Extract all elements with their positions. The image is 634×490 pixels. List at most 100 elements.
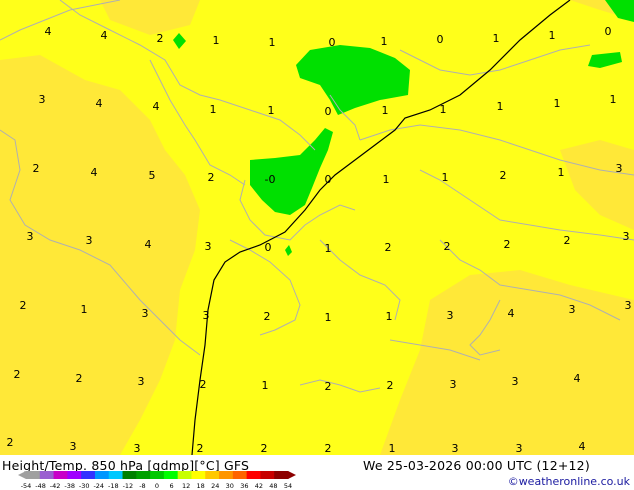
map-value-label: 2 — [264, 310, 271, 323]
map-value-label: 4 — [45, 25, 52, 38]
credit-link[interactable]: ©weatheronline.co.uk — [508, 475, 630, 488]
scale-bin — [81, 471, 96, 479]
map-value-label: 1 — [325, 242, 332, 255]
scale-bin — [136, 471, 151, 479]
map-value-label: 2 — [200, 378, 207, 391]
scale-bin — [53, 471, 68, 479]
scale-tick-label: -12 — [123, 482, 134, 489]
scale-tick-label: 36 — [240, 482, 248, 489]
map-value-label: 0 — [325, 105, 332, 118]
map-value-label: 1 — [81, 303, 88, 316]
scale-tick-label: 48 — [269, 482, 277, 489]
map-value-label: 1 — [389, 442, 396, 455]
map-value-label: 2 — [20, 299, 27, 312]
map-value-label: 0 — [605, 25, 612, 38]
map-value-label: 3 — [39, 93, 46, 106]
map-value-label: 2 — [261, 442, 268, 455]
map-value-label: 2 — [208, 171, 215, 184]
map-value-label: 3 — [447, 309, 454, 322]
map-value-label: 2 — [387, 379, 394, 392]
scale-tick-label: -42 — [50, 482, 61, 489]
temperature-map: 4 4 2 1 1 0 1 0 1 1 0 3 4 4 1 1 0 1 1 1 1 1 2 4 5 2 -0 0 1 1 2 1 3 3 3 4 3 0 1… — [0, 0, 634, 455]
scale-bin — [232, 471, 248, 479]
scale-tick-label: -38 — [64, 482, 75, 489]
scale-bin — [39, 471, 55, 479]
scale-tick-label: 0 — [155, 482, 159, 489]
map-value-label: 0 — [329, 36, 336, 49]
map-value-label: 1 — [558, 166, 565, 179]
map-value-label: 3 — [86, 234, 93, 247]
scale-arrow-left — [18, 471, 26, 479]
map-value-label: 5 — [149, 169, 156, 182]
scale-bins — [18, 471, 296, 479]
scale-bin — [191, 471, 206, 479]
scale-bin — [205, 471, 220, 479]
scale-arrow-right — [288, 471, 296, 479]
map-value-label: 2 — [157, 32, 164, 45]
map-value-label: 3 — [205, 240, 212, 253]
map-value-label: 3 — [616, 162, 623, 175]
map-value-label: 0 — [325, 173, 332, 186]
map-value-label: 4 — [91, 166, 98, 179]
color-scale: -54 -48 -42 -38 -30 -24 -18 -12 -8 0 6 12 18 24 30 36 42… — [18, 471, 296, 489]
map-value-label: 0 — [265, 241, 272, 254]
map-value-label: 3 — [70, 440, 77, 453]
map-value-label: 1 — [269, 36, 276, 49]
map-value-label: 3 — [623, 230, 630, 243]
map-value-label: 1 — [382, 104, 389, 117]
scale-ticks: -54 -48 -42 -38 -30 -24 -18 -12 -8 0 6 12 18 24 30 36 42… — [21, 482, 292, 489]
map-value-label: 1 — [213, 34, 220, 47]
scale-tick-label: -30 — [79, 482, 90, 489]
map-value-label: 2 — [325, 380, 332, 393]
map-value-label: 1 — [381, 35, 388, 48]
map-value-label: 3 — [450, 378, 457, 391]
scale-tick-label: -8 — [139, 482, 145, 489]
map-value-label: 2 — [197, 442, 204, 455]
map-value-label: 1 — [325, 311, 332, 324]
scale-tick-label: 54 — [284, 482, 292, 489]
scale-bin — [94, 471, 110, 479]
map-value-label: 2 — [7, 436, 14, 449]
map-value-label: 4 — [508, 307, 515, 320]
map-value-label: 3 — [138, 375, 145, 388]
map-value-label: 2 — [504, 238, 511, 251]
scale-tick-label: -18 — [108, 482, 119, 489]
valid-time: We 25-03-2026 00:00 UTC (12+12) — [363, 458, 590, 473]
map-value-label: 3 — [27, 230, 34, 243]
map-value-label: 3 — [134, 442, 141, 455]
map-value-label: 4 — [153, 100, 160, 113]
scale-tick-label: 30 — [226, 482, 234, 489]
map-value-label: 1 — [493, 32, 500, 45]
map-value-label: 4 — [101, 29, 108, 42]
map-value-label: 3 — [625, 299, 632, 312]
map-value-label: 1 — [549, 29, 556, 42]
scale-bin — [246, 471, 261, 479]
scale-bin — [26, 471, 41, 479]
scale-bin — [67, 471, 82, 479]
map-value-label: 1 — [610, 93, 617, 106]
map-value-label: 3 — [452, 442, 459, 455]
map-value-label: 3 — [569, 303, 576, 316]
map-value-label: 1 — [440, 103, 447, 116]
map-value-label: 1 — [442, 171, 449, 184]
map-value-label: 1 — [268, 104, 275, 117]
scale-tick-label: 12 — [182, 482, 190, 489]
map-value-label: 1 — [497, 100, 504, 113]
map-value-label: 1 — [554, 97, 561, 110]
map-value-label: 1 — [210, 103, 217, 116]
map-value-label: 2 — [564, 234, 571, 247]
scale-tick-label: 18 — [197, 482, 205, 489]
scale-bin — [108, 471, 124, 479]
map-value-label: 2 — [444, 240, 451, 253]
scale-bin — [150, 471, 165, 479]
map-value-label: 1 — [383, 173, 390, 186]
map-value-label: 4 — [579, 440, 586, 453]
map-value-label: 2 — [33, 162, 40, 175]
map-value-label: 2 — [14, 368, 21, 381]
scale-bin — [122, 471, 137, 479]
map-value-label: 2 — [325, 442, 332, 455]
map-value-label: 4 — [145, 238, 152, 251]
map-value-label: 2 — [385, 241, 392, 254]
map-value-label: 3 — [512, 375, 519, 388]
scale-tick-label: -24 — [93, 482, 104, 489]
